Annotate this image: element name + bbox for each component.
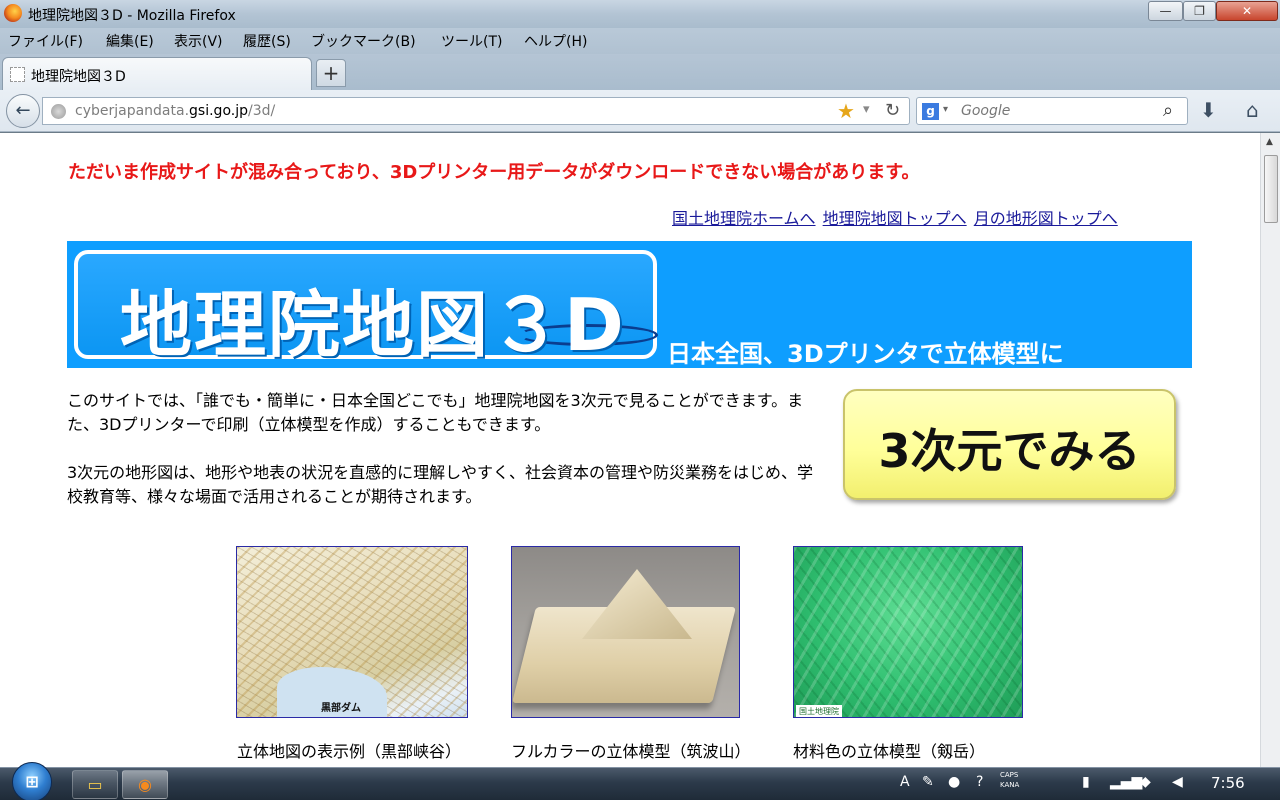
search-input[interactable]: Google (961, 103, 1010, 119)
caption-tsurugi: 材料色の立体模型（剱岳） (793, 742, 986, 761)
navigation-bar: ← cyberjapandata.gsi.go.jp/3d/ ★ ▾ ↻ g ▾… (0, 90, 1280, 132)
model-ridge-texture (794, 547, 1022, 717)
back-button[interactable]: ← (6, 94, 40, 128)
url-dropdown-icon[interactable]: ▾ (863, 102, 870, 117)
menu-tools[interactable]: ツール(T) (441, 31, 502, 51)
site-banner: 地理院地図３D 日本全国、3Dプリンタで立体模型に (67, 241, 1192, 368)
link-moon-map-top[interactable]: 月の地形図トップへ (974, 209, 1118, 228)
start-button-icon[interactable]: ⊞ (12, 762, 52, 800)
minimize-button[interactable]: — (1148, 1, 1183, 21)
figure-tsurugi-label: 国土地理院 (796, 705, 842, 717)
battery-icon[interactable]: ▮ (1082, 774, 1090, 790)
site-identity-icon[interactable] (51, 104, 66, 119)
url-bar[interactable]: cyberjapandata.gsi.go.jp/3d/ ★ ▾ ↻ (42, 97, 910, 125)
menu-bookmarks[interactable]: ブックマーク(B) (311, 31, 416, 51)
firefox-logo-icon (4, 4, 22, 22)
scrollbar-thumb[interactable] (1264, 155, 1278, 223)
banner-tagline: 日本全国、3Dプリンタで立体模型に (667, 340, 1064, 368)
bookmark-star-icon[interactable]: ★ (837, 99, 855, 123)
tools-icon[interactable]: ✎ (922, 774, 934, 790)
caption-tsukuba: フルカラーの立体模型（筑波山） (511, 742, 751, 761)
page-content: ただいま作成サイトが混み合っており、3Dプリンター用データがダウンロードできない… (0, 133, 1280, 767)
page-favicon-icon (10, 67, 25, 82)
menu-view[interactable]: 表示(V) (174, 31, 223, 51)
top-links: 国土地理院ホームへ 地理院地図トップへ 月の地形図トップへ (670, 205, 1118, 229)
figure-kurobe-map[interactable]: 黒部ダム (236, 546, 468, 718)
tab-bar: 地理院地図３D + (0, 54, 1280, 90)
menu-edit[interactable]: 編集(E) (106, 31, 154, 51)
link-gsi-home[interactable]: 国土地理院ホームへ (672, 209, 816, 228)
help-icon[interactable]: ? (976, 774, 983, 790)
network-icon[interactable]: ▂▄▆ (1110, 774, 1142, 790)
close-button[interactable]: ✕ (1216, 1, 1278, 21)
model-peak-shape (582, 569, 692, 639)
menu-help[interactable]: ヘルプ(H) (524, 31, 587, 51)
window-title: 地理院地図３D - Mozilla Firefox (28, 8, 236, 24)
logo-text: 地理院地図３D (120, 283, 626, 367)
figure-kurobe-label: 黒部ダム (321, 703, 361, 714)
clock[interactable]: 7:56 (1211, 774, 1245, 792)
taskbar: ⊞ ▭ ◉ A ✎ ● ? CAPS KANA ▮ ▂▄▆ ◆ ◀ 7:56 (0, 762, 1280, 800)
engine-dropdown-icon[interactable]: ▾ (943, 104, 948, 115)
window-titlebar: 地理院地図３D - Mozilla Firefox — ❐ ✕ (0, 0, 1280, 28)
reload-icon[interactable]: ↻ (885, 100, 900, 121)
usage-paragraph: 3次元の地形図は、地形や地表の状況を直感的に理解しやすく、社会資本の管理や防災業… (67, 463, 814, 506)
menu-history[interactable]: 履歴(S) (243, 31, 291, 51)
scroll-up-icon[interactable]: ▲ (1266, 137, 1273, 147)
search-icon[interactable]: ⌕ (1163, 100, 1173, 121)
google-engine-icon[interactable]: g (922, 103, 939, 120)
figure-tsurugi-model[interactable]: 国土地理院 (793, 546, 1023, 718)
ime-mode-icon[interactable]: ● (948, 774, 960, 790)
link-gsi-maps-top[interactable]: 地理院地図トップへ (823, 209, 967, 228)
menu-file[interactable]: ファイル(F) (8, 31, 83, 51)
new-tab-button[interactable]: + (316, 59, 346, 87)
view-3d-button[interactable]: 3次元でみる (843, 389, 1176, 500)
tab-active[interactable]: 地理院地図３D (2, 57, 312, 90)
volume-icon[interactable]: ◀ (1172, 774, 1183, 790)
caps-kana-indicator: CAPS KANA (1000, 771, 1020, 789)
menu-bar: ファイル(F) 編集(E) 表示(V) 履歴(S) ブックマーク(B) ツール(… (0, 28, 1280, 54)
url-text[interactable]: cyberjapandata.gsi.go.jp/3d/ (75, 103, 275, 119)
figure-tsukuba-model[interactable] (511, 546, 740, 718)
search-bar[interactable]: g ▾ Google ⌕ (916, 97, 1188, 125)
vertical-scrollbar[interactable]: ▲ (1260, 133, 1280, 767)
explorer-taskbar-icon[interactable]: ▭ (72, 770, 118, 799)
dropbox-icon[interactable]: ◆ (1140, 774, 1151, 790)
view-3d-button-label: 3次元でみる (878, 424, 1141, 478)
home-icon[interactable]: ⌂ (1246, 98, 1259, 122)
ime-icon[interactable]: A (900, 774, 910, 790)
tab-title: 地理院地図３D (31, 69, 126, 85)
intro-paragraph: このサイトでは、「誰でも・簡単に・日本全国どこでも」地理院地図を3次元で見ること… (67, 391, 804, 434)
maximize-button[interactable]: ❐ (1183, 1, 1216, 21)
site-logo[interactable]: 地理院地図３D (74, 250, 658, 367)
caption-kurobe: 立体地図の表示例（黒部峡谷） (237, 742, 462, 761)
server-notice: ただいま作成サイトが混み合っており、3Dプリンター用データがダウンロードできない… (68, 162, 920, 183)
firefox-taskbar-icon[interactable]: ◉ (122, 770, 168, 799)
downloads-icon[interactable]: ⬇ (1200, 98, 1217, 122)
